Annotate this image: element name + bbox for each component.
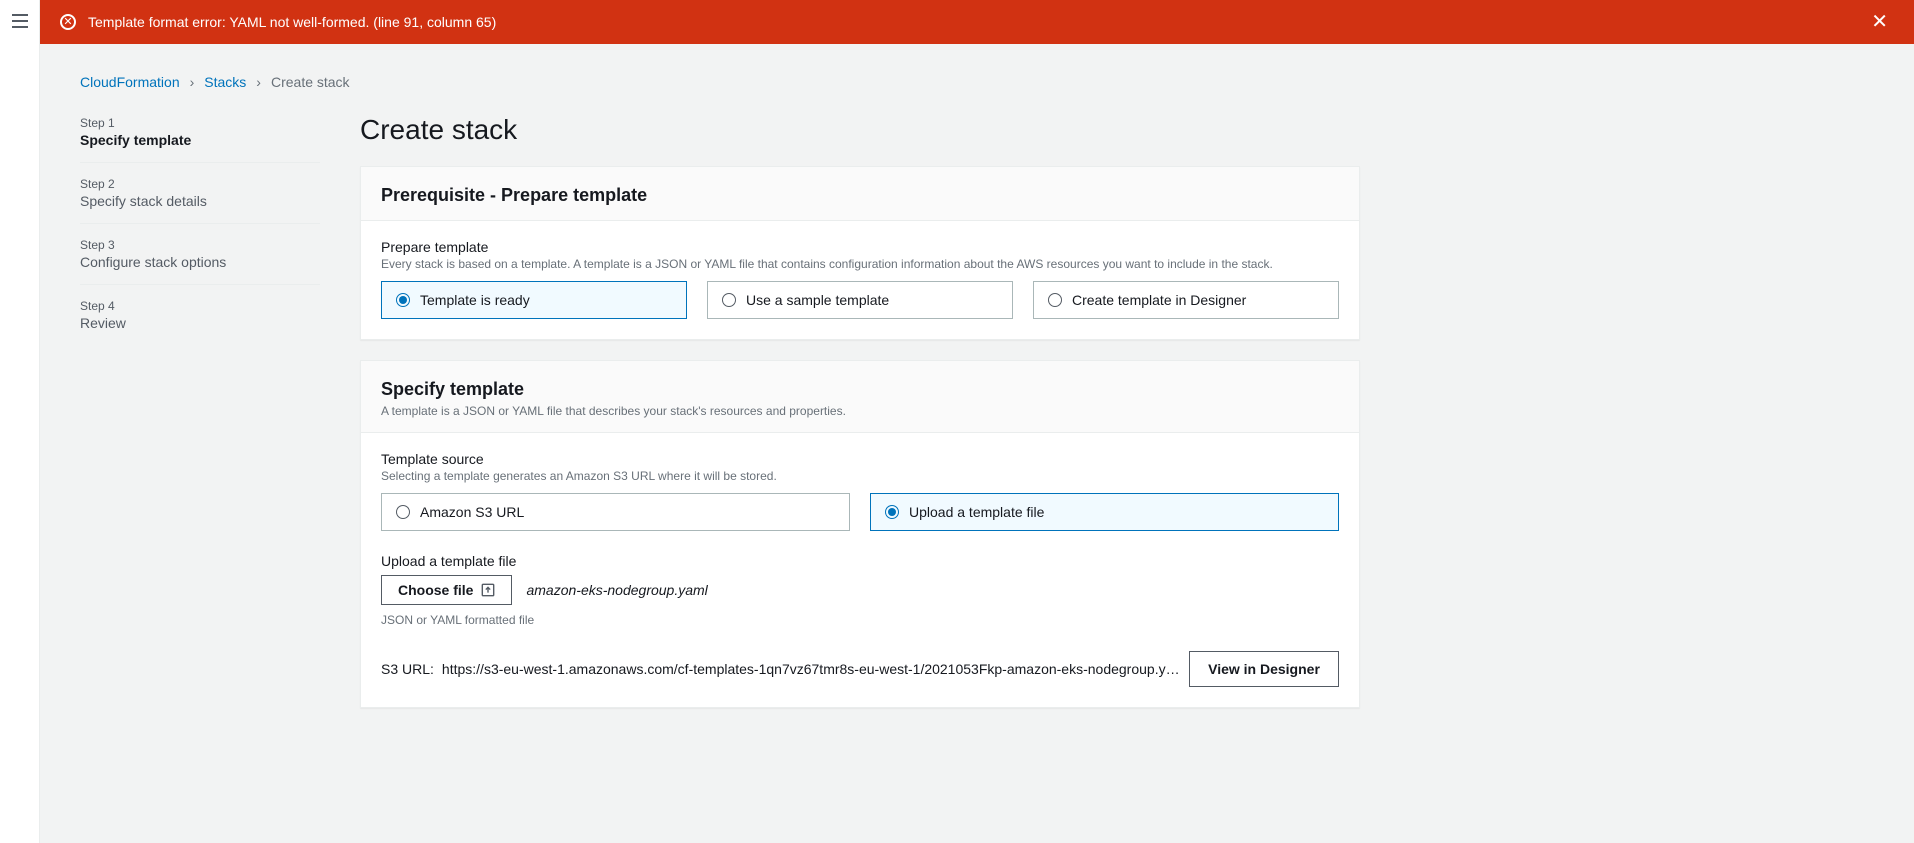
tile-template-ready[interactable]: Template is ready [381,281,687,319]
s3-url-label: S3 URL: [381,661,434,677]
field-label-upload-template: Upload a template file [381,553,1339,569]
chevron-right-icon: › [256,74,261,90]
step-review[interactable]: Step 4 Review [80,284,320,345]
radio-icon [885,505,899,519]
tile-label: Create template in Designer [1072,292,1246,308]
breadcrumb: CloudFormation › Stacks › Create stack [80,74,1874,90]
wizard-steps: Step 1 Specify template Step 2 Specify s… [80,114,320,728]
step-configure-options[interactable]: Step 3 Configure stack options [80,223,320,284]
step-title: Specify template [80,132,320,148]
tile-amazon-s3-url[interactable]: Amazon S3 URL [381,493,850,531]
error-icon: ✕ [60,14,76,30]
sidebar-toggle-strip [0,0,40,843]
tile-label: Amazon S3 URL [420,504,524,520]
breadcrumb-current: Create stack [271,74,350,90]
step-number: Step 3 [80,238,320,252]
step-title: Configure stack options [80,254,320,270]
field-label-template-source: Template source [381,451,1339,467]
panel-prerequisite: Prerequisite - Prepare template Prepare … [360,166,1360,340]
panel-heading: Specify template [381,379,1339,400]
error-banner: ✕ Template format error: YAML not well-f… [40,0,1914,44]
breadcrumb-stacks[interactable]: Stacks [204,74,246,90]
field-label-prepare-template: Prepare template [381,239,1339,255]
step-specify-stack-details[interactable]: Step 2 Specify stack details [80,162,320,223]
breadcrumb-cloudformation[interactable]: CloudFormation [80,74,180,90]
uploaded-filename: amazon-eks-nodegroup.yaml [526,582,707,598]
tile-label: Upload a template file [909,504,1044,520]
upload-icon [481,583,495,597]
tile-use-sample[interactable]: Use a sample template [707,281,1013,319]
tile-label: Template is ready [420,292,530,308]
radio-icon [1048,293,1062,307]
field-hint: Selecting a template generates an Amazon… [381,469,1339,483]
view-in-designer-button[interactable]: View in Designer [1189,651,1339,687]
panel-heading: Prerequisite - Prepare template [381,185,1339,206]
radio-icon [396,505,410,519]
error-message: Template format error: YAML not well-for… [88,14,496,30]
radio-icon [396,293,410,307]
step-title: Specify stack details [80,193,320,209]
field-hint: Every stack is based on a template. A te… [381,257,1339,271]
panel-specify-template: Specify template A template is a JSON or… [360,360,1360,708]
panel-subheading: A template is a JSON or YAML file that d… [381,404,1339,418]
step-number: Step 4 [80,299,320,313]
chevron-right-icon: › [190,74,195,90]
hamburger-icon[interactable] [12,14,28,28]
close-icon[interactable]: ✕ [1865,12,1894,32]
choose-file-button[interactable]: Choose file [381,575,512,605]
tile-upload-template-file[interactable]: Upload a template file [870,493,1339,531]
step-number: Step 1 [80,116,320,130]
button-label: Choose file [398,582,473,598]
step-number: Step 2 [80,177,320,191]
tile-create-in-designer[interactable]: Create template in Designer [1033,281,1339,319]
radio-icon [722,293,736,307]
step-specify-template[interactable]: Step 1 Specify template [80,114,320,162]
s3-url-value: https://s3-eu-west-1.amazonaws.com/cf-te… [442,661,1185,677]
page-title: Create stack [360,114,1360,146]
format-hint: JSON or YAML formatted file [381,613,1339,627]
step-title: Review [80,315,320,331]
tile-label: Use a sample template [746,292,889,308]
